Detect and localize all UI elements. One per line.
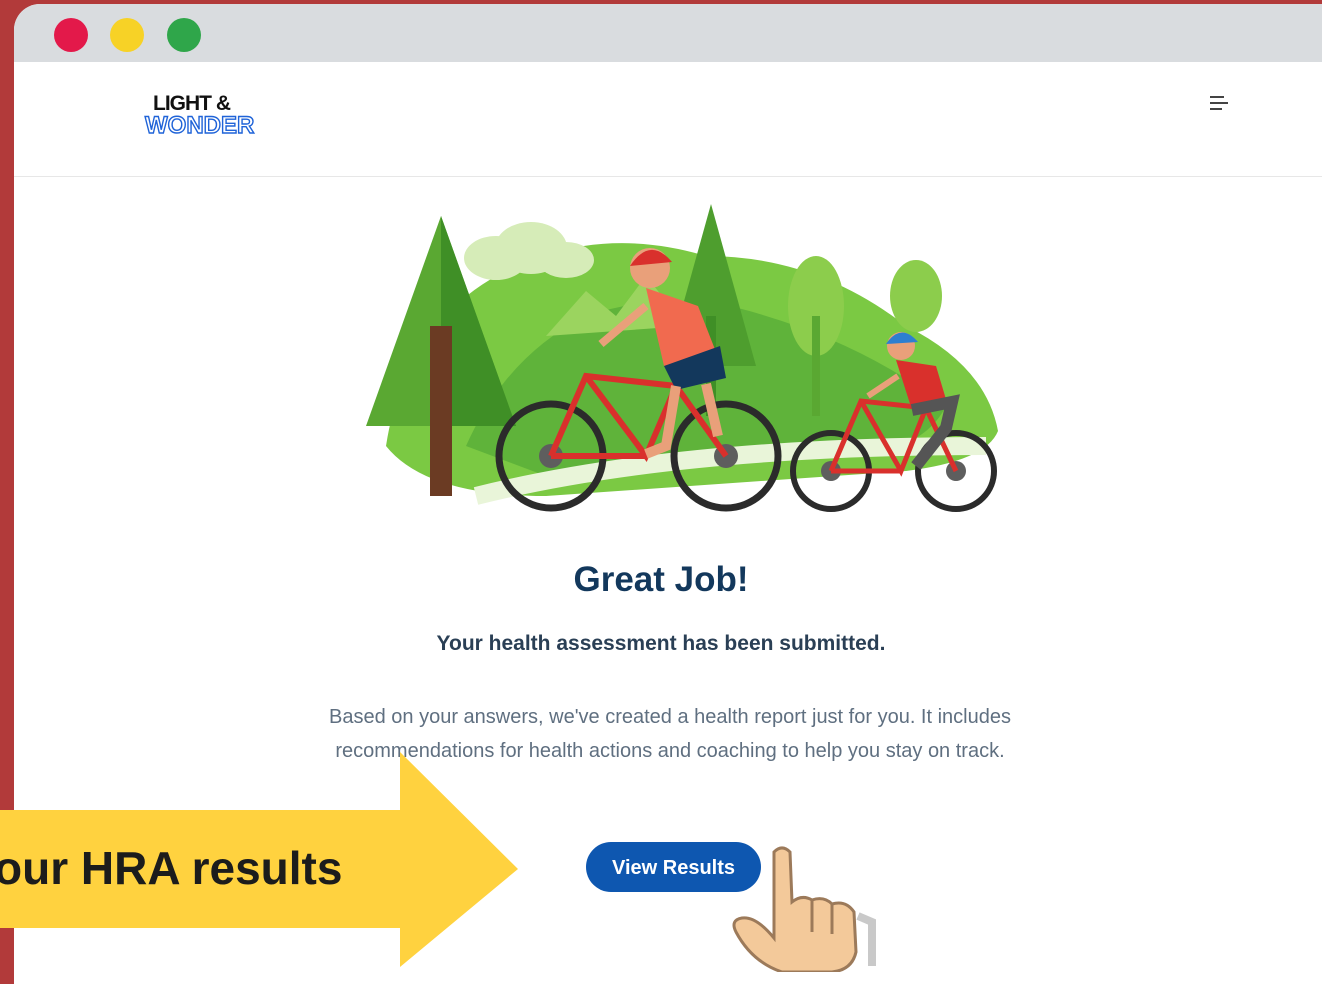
- window-titlebar: [14, 4, 1322, 62]
- page-title: Great Job!: [573, 560, 749, 599]
- minimize-window-button[interactable]: [110, 18, 144, 52]
- cycling-illustration: [366, 204, 998, 512]
- hamburger-menu-icon[interactable]: [1210, 94, 1232, 114]
- logo-text-bottom: WONDER: [144, 111, 255, 139]
- callout-arrow-label: our HRA results: [0, 842, 343, 894]
- light-and-wonder-logo[interactable]: LIGHT & WONDER: [144, 92, 275, 148]
- site-header: LIGHT & WONDER: [14, 62, 1322, 177]
- close-window-button[interactable]: [54, 18, 88, 52]
- pointing-hand-icon: [732, 846, 876, 972]
- maximize-window-button[interactable]: [167, 18, 201, 52]
- confirmation-subtitle: Your health assessment has been submitte…: [436, 632, 886, 655]
